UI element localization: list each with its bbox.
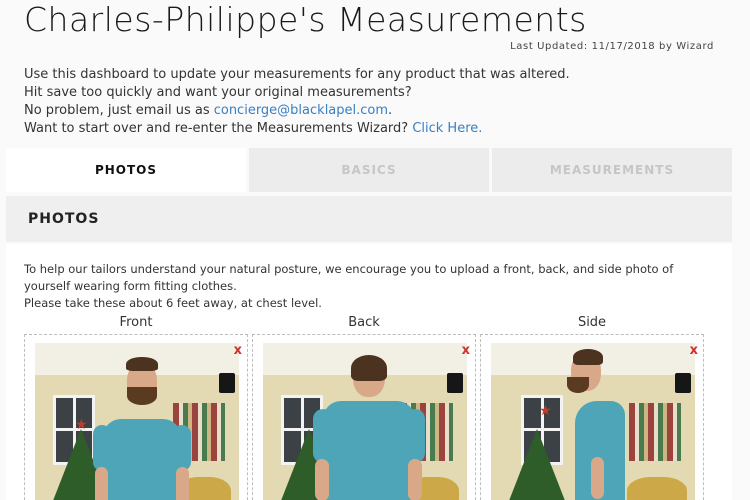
photos-section-header: PHOTOS <box>6 196 732 242</box>
intro-line-4-prefix: Want to start over and re-enter the Meas… <box>24 121 413 136</box>
photo-front-image: ★ <box>35 343 239 500</box>
speaker-icon <box>219 373 235 393</box>
photo-instructions-1: To help our tailors understand your natu… <box>24 262 674 293</box>
photos-section-content: To help our tailors understand your natu… <box>6 244 732 500</box>
last-updated-text: Last Updated: 11/17/2018 by Wizard <box>510 41 714 52</box>
photo-dropzone-front[interactable]: ★ x <box>24 334 248 500</box>
tab-basics[interactable]: BASICS <box>249 148 489 192</box>
remove-photo-front-icon[interactable]: x <box>234 344 242 357</box>
page-title: Charles-Philippe's Measurements <box>24 0 587 39</box>
tab-photos[interactable]: PHOTOS <box>6 148 246 192</box>
intro-line-2: Hit save too quickly and want your origi… <box>24 85 412 100</box>
measurements-dashboard: Charles-Philippe's Measurements Last Upd… <box>0 0 750 500</box>
remove-photo-back-icon[interactable]: x <box>462 344 470 357</box>
photo-side-image: ★ <box>491 343 695 500</box>
intro-line-3-suffix: . <box>388 103 393 118</box>
photo-label-front: Front <box>119 315 153 330</box>
photo-label-side: Side <box>577 315 607 330</box>
speaker-icon <box>447 373 463 393</box>
tab-measurements[interactable]: MEASUREMENTS <box>492 148 732 192</box>
concierge-email-link[interactable]: concierge@blacklapel.com <box>214 103 388 118</box>
intro-text: Use this dashboard to update your measur… <box>24 66 724 138</box>
photo-label-back: Back <box>348 315 380 330</box>
tab-bar: PHOTOS BASICS MEASUREMENTS <box>6 148 732 192</box>
photo-slot-back: Back x <box>252 314 476 500</box>
photo-slot-front: Front ★ x <box>24 314 248 500</box>
photo-instructions-2: Please take these about 6 feet away, at … <box>24 296 322 310</box>
photo-dropzone-back[interactable]: x <box>252 334 476 500</box>
remove-photo-side-icon[interactable]: x <box>690 344 698 357</box>
photo-back-image <box>263 343 467 500</box>
photo-slot-side: Side ★ x <box>480 314 704 500</box>
intro-line-1: Use this dashboard to update your measur… <box>24 67 570 82</box>
speaker-icon <box>675 373 691 393</box>
intro-line-3-prefix: No problem, just email us as <box>24 103 214 118</box>
intro-line-4: Want to start over and re-enter the Meas… <box>24 120 724 138</box>
restart-wizard-link[interactable]: Click Here. <box>412 121 482 136</box>
photo-instructions: To help our tailors understand your natu… <box>24 261 714 312</box>
intro-line-3: No problem, just email us as concierge@b… <box>24 102 724 120</box>
photo-dropzone-side[interactable]: ★ x <box>480 334 704 500</box>
